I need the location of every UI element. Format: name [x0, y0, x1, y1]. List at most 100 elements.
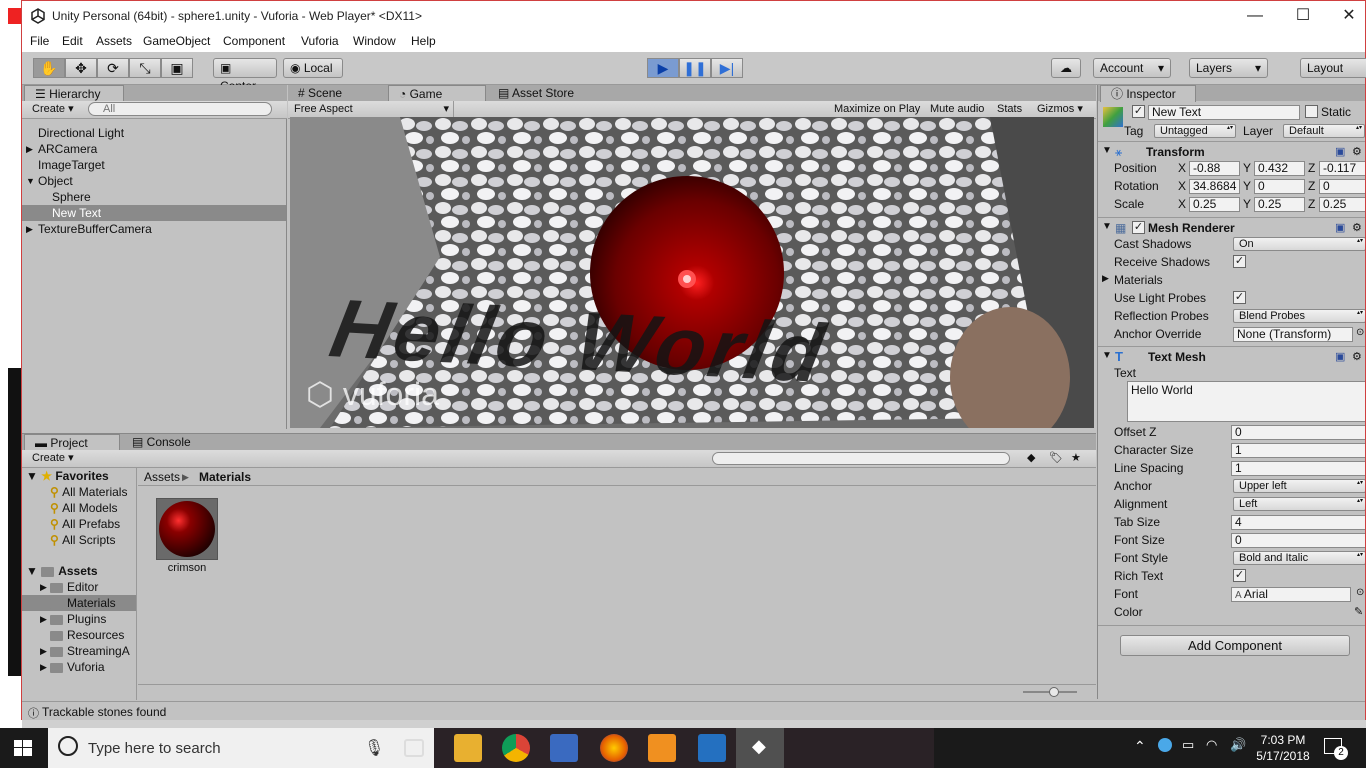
hierarchy-item[interactable]: ImageTarget: [22, 157, 286, 173]
expand-arrow-icon[interactable]: ▶: [26, 141, 33, 157]
step-button-icon[interactable]: ▶|: [711, 58, 743, 78]
favorite-item[interactable]: ⚲ All Materials: [50, 484, 127, 500]
pivot-center-button[interactable]: ▣ Center: [213, 58, 277, 93]
folder-item[interactable]: Materials: [22, 595, 136, 611]
text-mesh-header[interactable]: ▼ T Text Mesh ▣ ⚙: [1098, 346, 1365, 366]
rotate-tool-icon[interactable]: ⟳: [97, 58, 129, 78]
game-view[interactable]: Hello World ⬡ vuforia: [290, 117, 1094, 428]
font-style-dropdown[interactable]: Bold and Italic: [1233, 551, 1365, 565]
menu-file[interactable]: File: [30, 34, 49, 48]
x-axis-label[interactable]: X: [1178, 179, 1186, 193]
account-dropdown[interactable]: Account ▾: [1093, 58, 1171, 78]
expand-arrow-icon[interactable]: ▶: [40, 579, 47, 595]
anchor-dropdown[interactable]: Upper left: [1233, 479, 1365, 493]
firefox-icon[interactable]: [600, 734, 628, 762]
mesh-renderer-enabled-checkbox[interactable]: ✓: [1132, 221, 1145, 234]
y-axis-label[interactable]: Y: [1243, 179, 1251, 193]
favorites-group[interactable]: ▼ ★ Favorites: [26, 468, 109, 484]
gizmos-dropdown[interactable]: Gizmos ▾: [1037, 101, 1083, 117]
expand-arrow-icon[interactable]: ▶: [40, 611, 47, 627]
tab-size-field[interactable]: 4: [1231, 515, 1365, 530]
favorite-item[interactable]: ⚲ All Scripts: [50, 532, 115, 548]
transform-position-y-field[interactable]: 0.432: [1254, 161, 1305, 176]
rect-tool-icon[interactable]: ▣: [161, 58, 193, 78]
add-component-button[interactable]: Add Component: [1120, 635, 1350, 656]
font-size-field[interactable]: 0: [1231, 533, 1365, 548]
expand-arrow-icon[interactable]: ▼: [26, 173, 35, 189]
breadcrumb-assets[interactable]: Assets: [144, 469, 180, 485]
pause-button-icon[interactable]: ❚❚: [679, 58, 711, 78]
transform-scale-y-field[interactable]: 0.25: [1254, 197, 1305, 212]
chrome-icon[interactable]: [502, 734, 530, 762]
menu-vuforia[interactable]: Vuforia: [301, 34, 339, 48]
eyedropper-icon[interactable]: ✎: [1354, 605, 1363, 618]
transform-header[interactable]: ▼ ⚹ Transform ▣ ⚙: [1098, 141, 1365, 161]
scale-tool-icon[interactable]: ⤡: [129, 58, 161, 78]
hierarchy-item[interactable]: New Text: [22, 205, 286, 221]
offset-z-field[interactable]: 0: [1231, 425, 1365, 440]
transform-scale-z-field[interactable]: 0.25: [1319, 197, 1365, 212]
breadcrumb-materials[interactable]: Materials: [199, 469, 251, 485]
icon-size-slider-handle[interactable]: [1049, 687, 1059, 697]
clock[interactable]: 7:03 PM 5/17/2018: [1252, 732, 1314, 764]
maximize-on-play-toggle[interactable]: Maximize on Play: [834, 101, 920, 117]
virtualbox-icon[interactable]: [550, 734, 578, 762]
sublime-text-icon[interactable]: [648, 734, 676, 762]
windows-start-icon[interactable]: [14, 740, 32, 756]
favorite-item[interactable]: ⚲ All Models: [50, 500, 117, 516]
active-checkbox[interactable]: ✓: [1132, 105, 1145, 118]
wifi-icon[interactable]: ◠: [1206, 737, 1217, 753]
favorite-star-icon[interactable]: ★: [1071, 450, 1081, 466]
character-size-field[interactable]: 1: [1231, 443, 1365, 458]
close-button[interactable]: ✕: [1326, 1, 1366, 31]
tab-game[interactable]: ◔ Game: [388, 85, 486, 102]
z-axis-label[interactable]: Z: [1308, 161, 1315, 175]
stats-toggle[interactable]: Stats: [997, 101, 1022, 117]
transform-position-z-field[interactable]: -0.117: [1319, 161, 1365, 176]
menu-component[interactable]: Component: [223, 34, 285, 48]
materials-label[interactable]: Materials: [1114, 273, 1163, 287]
text-mesh-textarea[interactable]: Hello World: [1127, 381, 1365, 422]
hierarchy-item[interactable]: Directional Light: [22, 125, 286, 141]
transform-rotation-y-field[interactable]: 0: [1254, 179, 1305, 194]
anchor-override-field[interactable]: None (Transform): [1233, 327, 1353, 342]
hierarchy-item[interactable]: ▼ Object: [22, 173, 286, 189]
tab-scene[interactable]: # Scene: [288, 85, 384, 102]
pivot-local-button[interactable]: ◉ Local: [283, 58, 343, 78]
menu-gameobject[interactable]: GameObject: [143, 34, 210, 48]
rich-text-checkbox[interactable]: ✓: [1233, 569, 1246, 582]
transform-position-x-field[interactable]: -0.88: [1189, 161, 1240, 176]
hierarchy-item[interactable]: Sphere: [22, 189, 286, 205]
layer-dropdown[interactable]: Default: [1283, 124, 1365, 138]
object-picker-icon[interactable]: ⊙: [1356, 587, 1364, 598]
tag-dropdown[interactable]: Untagged: [1154, 124, 1236, 138]
component-settings-gear-icon[interactable]: ⚙: [1352, 145, 1362, 158]
y-axis-label[interactable]: Y: [1243, 197, 1251, 211]
menu-help[interactable]: Help: [411, 34, 436, 48]
maximize-button[interactable]: ☐: [1280, 1, 1326, 31]
transform-rotation-x-field[interactable]: 34.8684: [1189, 179, 1240, 194]
battery-icon[interactable]: ▭: [1182, 737, 1194, 753]
tab-inspector[interactable]: ⓘ Inspector: [1100, 85, 1196, 102]
component-settings-gear-icon[interactable]: ⚙: [1352, 221, 1362, 234]
cast-shadows-dropdown[interactable]: On: [1233, 237, 1365, 251]
asset-thumbnail-crimson[interactable]: [156, 498, 218, 560]
hierarchy-item[interactable]: ▶ ARCamera: [22, 141, 286, 157]
static-checkbox[interactable]: [1305, 105, 1318, 118]
file-explorer-icon[interactable]: [454, 734, 482, 762]
menu-assets[interactable]: Assets: [96, 34, 132, 48]
mesh-renderer-header[interactable]: ▼ ▦ ✓ Mesh Renderer ▣ ⚙: [1098, 217, 1365, 237]
folder-item[interactable]: ▶ Editor: [22, 579, 136, 595]
hierarchy-create-button[interactable]: Create ▾: [32, 101, 74, 117]
folder-item[interactable]: Resources: [22, 627, 136, 643]
filter-label-icon[interactable]: 🏷: [1049, 450, 1063, 466]
aspect-dropdown[interactable]: Free Aspect ▾: [294, 101, 454, 117]
folder-item[interactable]: ▶ Vuforia: [22, 659, 136, 675]
layers-dropdown[interactable]: Layers ▾: [1189, 58, 1268, 78]
reflection-probes-dropdown[interactable]: Blend Probes: [1233, 309, 1365, 323]
assets-group[interactable]: ▼ Assets: [26, 563, 98, 579]
move-tool-icon[interactable]: ✥: [65, 58, 97, 78]
receive-shadows-checkbox[interactable]: ✓: [1233, 255, 1246, 268]
tray-app-icon[interactable]: [1158, 738, 1172, 752]
project-create-button[interactable]: Create ▾: [32, 450, 74, 466]
